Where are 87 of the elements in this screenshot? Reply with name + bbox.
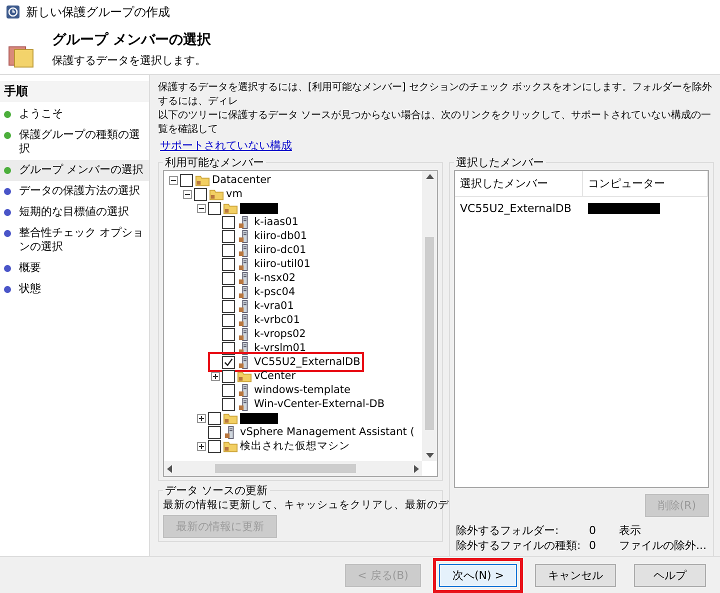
- step-item: ようこそ: [0, 104, 149, 125]
- step-item: グループ メンバーの選択: [0, 160, 149, 181]
- exclusion-count: 0: [589, 538, 597, 553]
- checkbox[interactable]: [222, 230, 235, 242]
- tree-item[interactable]: k-nsx02: [254, 272, 296, 284]
- step-item: 短期的な目標値の選択: [0, 202, 149, 223]
- steps-heading: 手順: [0, 81, 149, 102]
- expander-icon[interactable]: [196, 204, 206, 212]
- scroll-up-icon[interactable]: [426, 174, 434, 179]
- tree-item[interactable]: VC55U2_ExternalDB: [254, 356, 360, 368]
- scrollbar[interactable]: [422, 171, 437, 461]
- step-item: 保護グループの種類の選択: [0, 125, 149, 160]
- expander-icon[interactable]: [182, 190, 192, 198]
- checkbox[interactable]: [222, 272, 235, 284]
- expander-icon[interactable]: [210, 372, 220, 380]
- checkbox[interactable]: [180, 174, 193, 186]
- wizard-button[interactable]: ヘルプ: [634, 564, 706, 586]
- group-title: 選択したメンバー: [455, 155, 545, 170]
- step-item: 状態: [0, 279, 149, 300]
- tree-item[interactable]: k-vrops02: [254, 328, 306, 340]
- tree-item[interactable]: k-vrslm01: [254, 342, 306, 354]
- checkbox[interactable]: [208, 202, 221, 214]
- checkbox[interactable]: [222, 244, 235, 256]
- instruction-text: 以下のツリーに保護するデータ ソースが見つからない場合は、次のリンクをクリックして、サポートされていない構成の一覧を確認して: [158, 109, 712, 137]
- tree-item[interactable]: kiiro-util01: [254, 258, 310, 270]
- checkbox[interactable]: [222, 286, 235, 298]
- scroll-down-icon[interactable]: [426, 453, 434, 458]
- group-title: 利用可能なメンバー: [164, 155, 265, 170]
- checkbox[interactable]: [194, 188, 207, 200]
- tree-item[interactable]: vm: [226, 188, 242, 200]
- unsupported-config-link[interactable]: サポートされていない構成: [160, 138, 292, 153]
- wizard-button[interactable]: キャンセル: [535, 564, 616, 586]
- checkbox[interactable]: [208, 440, 221, 452]
- column-header[interactable]: コンピューター: [583, 171, 708, 196]
- exclusion-label: 除外するフォルダー:: [456, 523, 560, 538]
- tree-item[interactable]: kiiro-dc01: [254, 244, 306, 256]
- tree-item[interactable]: vCenter: [254, 370, 296, 382]
- app-icon: [6, 5, 20, 19]
- exclusion-action[interactable]: 表示: [619, 523, 709, 538]
- expander-icon[interactable]: [168, 176, 178, 184]
- exclusion-label: 除外するファイルの種類:: [456, 538, 582, 553]
- tree-item[interactable]: Win-vCenter-External-DB: [254, 398, 385, 410]
- wizard-button[interactable]: 次へ(N) >: [439, 564, 517, 586]
- checkbox[interactable]: [222, 328, 235, 340]
- folder-icon: [209, 188, 224, 200]
- column-header[interactable]: 選択したメンバー: [455, 171, 583, 196]
- folder-icon: [223, 202, 238, 214]
- tree-item[interactable]: kiiro-db01: [254, 230, 308, 242]
- tree-item[interactable]: vSphere Management Assistant (: [240, 426, 414, 438]
- tree-item[interactable]: windows-template: [254, 384, 350, 396]
- scroll-left-icon[interactable]: [167, 464, 172, 472]
- checkbox[interactable]: [222, 398, 235, 410]
- tree-item[interactable]: 検出された仮想マシン: [240, 439, 350, 453]
- step-item: 整合性チェック オプションの選択: [0, 223, 149, 258]
- exclusion-action[interactable]: ファイルの除外...: [619, 538, 709, 553]
- checkbox[interactable]: [222, 314, 235, 326]
- checkbox[interactable]: [222, 356, 235, 368]
- scrollbar[interactable]: [164, 461, 422, 476]
- tree-item[interactable]: k-vra01: [254, 300, 294, 312]
- page-subtitle: 保護するデータを選択します。: [52, 52, 207, 68]
- checkbox[interactable]: [222, 258, 235, 270]
- table-cell-text: VC55U2_ExternalDB: [459, 202, 572, 215]
- folders-icon: [8, 44, 34, 68]
- tree-item[interactable]: k-psc04: [254, 286, 296, 298]
- checkbox[interactable]: [222, 216, 235, 228]
- expander-icon[interactable]: [196, 414, 206, 422]
- expander-icon[interactable]: [196, 442, 206, 450]
- checkbox[interactable]: [222, 300, 235, 312]
- scroll-right-icon[interactable]: [414, 464, 419, 472]
- refresh-text: 最新の情報に更新して、キャッシュをクリアし、最新のデ: [163, 498, 449, 512]
- tree-item[interactable]: Datacenter: [212, 174, 271, 186]
- folder-icon: [223, 440, 238, 452]
- step-item: 概要: [0, 258, 149, 279]
- group-title: データ ソースの更新: [164, 483, 268, 498]
- instruction-text: 保護するデータを選択するには、[利用可能なメンバー] セクションのチェック ボックスをオンにします。フォルダーを除外するには、ディレ: [158, 81, 714, 109]
- tree-item[interactable]: k-iaas01: [254, 216, 298, 228]
- folder-icon: [195, 174, 210, 186]
- step-item: データの保護方法の選択: [0, 181, 149, 202]
- checkbox[interactable]: [222, 384, 235, 396]
- tree-item[interactable]: k-vrbc01: [254, 314, 300, 326]
- window-title: 新しい保護グループの作成: [26, 4, 170, 20]
- checkbox[interactable]: [222, 370, 235, 382]
- folder-icon: [223, 412, 238, 424]
- checkbox[interactable]: [208, 426, 221, 438]
- page-title: グループ メンバーの選択: [52, 30, 211, 48]
- exclusion-count: 0: [589, 523, 597, 538]
- checkbox[interactable]: [208, 412, 221, 424]
